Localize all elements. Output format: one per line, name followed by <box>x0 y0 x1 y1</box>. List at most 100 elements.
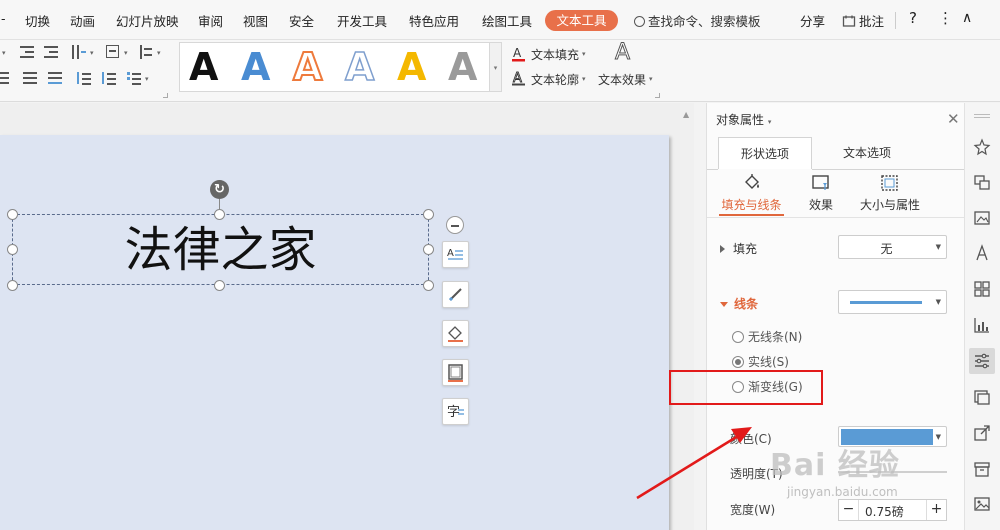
paragraph-dialog-launcher[interactable] <box>163 93 168 98</box>
workspace-scrollbar[interactable]: ▲ <box>680 103 694 530</box>
tab-text-options[interactable]: 文本选项 <box>817 137 917 169</box>
wordart-style-blue-outline[interactable]: A <box>344 44 375 90</box>
image-frame-icon[interactable] <box>973 209 991 227</box>
scroll-up-icon[interactable]: ▲ <box>683 110 689 119</box>
picture-icon[interactable] <box>973 388 991 406</box>
quick-fill-button[interactable] <box>442 320 469 347</box>
wordart-style-gray[interactable]: A <box>448 45 477 89</box>
resize-handle-top[interactable] <box>214 209 225 220</box>
decrement-button[interactable]: − <box>839 500 859 520</box>
tab-text-tools[interactable]: 文本工具 <box>545 10 618 31</box>
resize-handle-bottom-left[interactable] <box>7 280 18 291</box>
menu-item-animation[interactable]: 动画 <box>70 11 95 30</box>
line-section-toggle[interactable]: 线条 <box>720 295 758 312</box>
menu-item-view[interactable]: 视图 <box>243 11 268 30</box>
text-effect-label[interactable]: 文本效果 <box>598 71 646 88</box>
line-width-value[interactable]: 0.75磅 <box>865 503 904 520</box>
menu-item-truncated[interactable]: - <box>1 11 6 26</box>
text-direction-icon[interactable] <box>105 45 121 59</box>
text-effect-icon[interactable] <box>973 244 991 262</box>
textbox-content[interactable]: 法律之家 <box>13 221 428 279</box>
chart-icon[interactable] <box>973 316 991 334</box>
quick-brush-button[interactable] <box>442 281 469 308</box>
line-style-dropdown[interactable]: ▼ <box>838 290 947 314</box>
subtab-size-and-properties[interactable]: 大小与属性 <box>855 171 925 216</box>
subtab-fill-and-line[interactable]: 填充与线条 <box>719 171 784 216</box>
wordart-style-black[interactable]: A <box>189 45 218 89</box>
command-search[interactable]: 查找命令、搜索模板 <box>634 11 761 30</box>
share-button[interactable]: 分享 <box>800 11 825 30</box>
archive-box-icon[interactable] <box>973 460 991 478</box>
line-spacing-icon[interactable] <box>76 71 92 85</box>
image-icon[interactable] <box>973 495 991 513</box>
quick-text-style-button[interactable]: A <box>442 241 469 268</box>
menu-item-slideshow[interactable]: 幻灯片放映 <box>116 11 179 30</box>
star-icon[interactable] <box>973 138 991 156</box>
menu-item-developer[interactable]: 开发工具 <box>337 11 387 30</box>
menu-item-transition[interactable]: 切换 <box>25 11 50 30</box>
justify-icon[interactable] <box>22 71 38 85</box>
text-outline-label[interactable]: 文本轮廓 <box>531 71 579 88</box>
bullet-list-icon[interactable] <box>127 71 143 85</box>
paragraph-spacing-icon[interactable] <box>101 71 117 85</box>
more-icon[interactable]: ⋮ <box>938 9 953 27</box>
radio-no-line[interactable]: 无线条(N) <box>732 328 802 345</box>
menu-item-review[interactable]: 审阅 <box>198 11 223 30</box>
caret-down-icon[interactable]: ▾ <box>649 75 653 83</box>
decrease-indent-icon[interactable] <box>19 45 35 59</box>
line-width-stepper[interactable]: − 0.75磅 + <box>838 499 947 521</box>
resize-handle-top-left[interactable] <box>7 209 18 220</box>
shapes-icon[interactable] <box>973 173 991 191</box>
properties-sliders-icon[interactable] <box>973 352 991 370</box>
comment-button[interactable]: 批注 <box>842 11 884 30</box>
caret-down-icon[interactable]: ▾ <box>2 49 6 57</box>
tab-shape-options[interactable]: 形状选项 <box>718 137 812 169</box>
text-fill-icon[interactable]: A <box>511 46 527 62</box>
resize-handle-top-right[interactable] <box>423 209 434 220</box>
caret-down-icon[interactable]: ▾ <box>90 49 94 57</box>
share-export-icon[interactable] <box>973 424 991 442</box>
text-effect-icon[interactable]: A <box>614 40 630 66</box>
align-text-icon[interactable] <box>139 45 155 59</box>
pane-title[interactable]: 对象属性 ▾ <box>716 111 771 128</box>
close-icon[interactable]: ✕ <box>947 110 960 128</box>
collapse-ribbon-icon[interactable]: ∧ <box>962 10 972 26</box>
quick-outline-button[interactable] <box>442 359 469 386</box>
selected-textbox[interactable]: 法律之家 <box>12 214 429 285</box>
increment-button[interactable]: + <box>926 500 946 520</box>
text-outline-icon[interactable]: A <box>511 70 527 86</box>
gallery-scroll-button[interactable]: ▾ <box>490 42 502 92</box>
resize-handle-bottom[interactable] <box>214 280 225 291</box>
caret-down-icon[interactable]: ▾ <box>145 75 149 83</box>
caret-down-icon[interactable]: ▾ <box>582 75 586 83</box>
help-icon[interactable]: ? <box>909 9 917 27</box>
grid-apps-icon[interactable] <box>973 280 991 298</box>
resize-handle-bottom-right[interactable] <box>423 280 434 291</box>
fill-section-toggle[interactable]: 填充 <box>720 240 757 257</box>
wordart-style-orange-outline[interactable]: A <box>292 44 323 90</box>
align-left-icon[interactable] <box>0 71 10 85</box>
quick-typography-button[interactable]: 字 <box>442 398 469 425</box>
radio-solid-line[interactable]: 实线(S) <box>732 353 789 370</box>
subtab-effects[interactable]: 效果 <box>801 171 841 216</box>
menu-item-special[interactable]: 特色应用 <box>409 11 459 30</box>
slide-canvas[interactable] <box>0 135 669 530</box>
increase-indent-icon[interactable] <box>43 45 59 59</box>
wordart-style-gold[interactable]: A <box>397 45 426 89</box>
caret-down-icon[interactable]: ▾ <box>582 50 586 58</box>
resize-handle-right[interactable] <box>423 244 434 255</box>
radio-circle-selected <box>732 356 744 368</box>
menu-item-security[interactable]: 安全 <box>289 11 314 30</box>
caret-down-icon[interactable]: ▾ <box>157 49 161 57</box>
menu-item-drawing-tools[interactable]: 绘图工具 <box>482 11 532 30</box>
text-fill-label[interactable]: 文本填充 <box>531 46 579 63</box>
distribute-icon[interactable] <box>47 71 63 85</box>
fill-dropdown[interactable]: 无 ▼ <box>838 235 947 259</box>
wordart-style-blue[interactable]: A <box>241 45 270 89</box>
text-columns-icon[interactable] <box>71 45 87 59</box>
text-dialog-launcher[interactable] <box>655 93 660 98</box>
collapse-toolbar-icon[interactable] <box>446 216 464 234</box>
rotate-handle-icon[interactable]: ↻ <box>210 180 229 199</box>
resize-handle-left[interactable] <box>7 244 18 255</box>
caret-down-icon[interactable]: ▾ <box>124 49 128 57</box>
